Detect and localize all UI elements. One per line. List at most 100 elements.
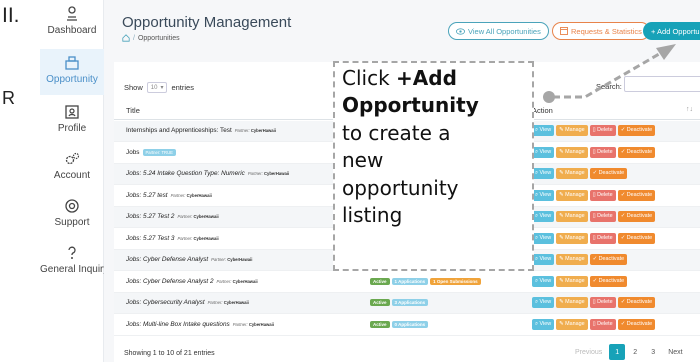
- deactivate-button[interactable]: ✓ Deactivate: [617, 211, 656, 222]
- partner-label: Partner: CyberHawaii: [211, 257, 252, 262]
- manage-label: Manage: [565, 213, 585, 219]
- delete-button[interactable]: ▯ Delete: [589, 211, 616, 222]
- sidebar-item-dashboard[interactable]: Dashboard: [40, 0, 104, 46]
- sidebar-item-profile[interactable]: Profile: [40, 98, 104, 144]
- partner-name: CyberHawaii: [263, 171, 290, 176]
- add-opportunity-button[interactable]: + Add Opportunity: [643, 22, 700, 40]
- delete-button[interactable]: ▯ Delete: [589, 125, 616, 136]
- requests-label: Requests & Statistics: [571, 26, 642, 36]
- deactivate-button[interactable]: ✓ Deactivate: [617, 125, 656, 136]
- manage-label: Manage: [565, 170, 585, 176]
- deactivate-label: Deactivate: [598, 256, 625, 262]
- deactivate-label: Deactivate: [626, 234, 653, 241]
- delete-button[interactable]: ▯ Delete: [589, 189, 616, 201]
- view-button[interactable]: ⌕ View: [532, 297, 555, 308]
- count-badge: 0 Applications: [391, 320, 429, 328]
- delete-label: Delete: [597, 234, 613, 241]
- view-label: View: [539, 213, 552, 219]
- home-icon[interactable]: [122, 34, 130, 42]
- manage-button[interactable]: ✎ Manage: [556, 146, 588, 158]
- deactivate-button[interactable]: ✓ Deactivate: [589, 275, 628, 287]
- sidebar-item-general-inquiry[interactable]: General Inquiry: [40, 239, 108, 285]
- row-title: Jobs: 5.27 Test 2 Partner: CyberHawaii: [126, 213, 219, 220]
- deactivate-button[interactable]: ✓ Deactivate: [589, 168, 628, 179]
- partner-prefix: Partner:: [234, 128, 250, 133]
- previous-page-button[interactable]: Previous: [570, 344, 607, 360]
- deactivate-button[interactable]: ✓ Deactivate: [617, 297, 656, 308]
- manage-button[interactable]: ✎ Manage: [556, 318, 588, 330]
- delete-button[interactable]: ▯ Delete: [589, 146, 616, 158]
- view-button[interactable]: ⌕ View: [532, 232, 555, 244]
- view-button[interactable]: ⌕ View: [532, 254, 555, 265]
- manage-button[interactable]: ✎ Manage: [556, 168, 588, 179]
- manage-button[interactable]: ✎ Manage: [556, 211, 588, 222]
- partner-prefix: Partner:: [170, 192, 186, 198]
- partner-name: CyberHawaii: [250, 128, 276, 133]
- eye-icon: [456, 27, 465, 35]
- deactivate-button[interactable]: ✓ Deactivate: [617, 318, 656, 330]
- row-title-text: Jobs: Multi-line Box Intake questions: [126, 320, 230, 328]
- sidebar-item-support[interactable]: Support: [40, 192, 104, 238]
- partner-label: Partner: CyberHawaii: [177, 214, 218, 219]
- view-button[interactable]: ⌕ View: [532, 211, 555, 222]
- sort-icon[interactable]: ↑↓: [686, 106, 693, 113]
- view-label: View: [539, 148, 552, 155]
- partner-label: Partner: CyberHawaii: [171, 193, 212, 198]
- view-button[interactable]: ⌕ View: [532, 275, 555, 287]
- next-page-button[interactable]: Next: [663, 344, 687, 360]
- view-button[interactable]: ⌕ View: [532, 125, 555, 136]
- page-2-button[interactable]: 2: [627, 344, 643, 360]
- manage-label: Manage: [565, 191, 585, 198]
- view-button[interactable]: ⌕ View: [532, 146, 555, 158]
- view-button[interactable]: ⌕ View: [532, 168, 555, 179]
- deactivate-button[interactable]: ✓ Deactivate: [617, 189, 656, 201]
- row-title: Jobs Partner: TRUE: [126, 148, 176, 156]
- delete-button[interactable]: ▯ Delete: [589, 318, 616, 330]
- sidebar-item-label: Dashboard: [47, 25, 97, 36]
- manage-button[interactable]: ✎ Manage: [556, 297, 588, 308]
- partner-name: CyberHawaii: [186, 192, 212, 198]
- status-badge: Active: [370, 299, 390, 306]
- step-marker: II.: [2, 4, 20, 27]
- status-badge: Active: [370, 320, 390, 328]
- delete-button[interactable]: ▯ Delete: [589, 297, 616, 308]
- add-opportunity-label: + Add Opportunity: [651, 26, 700, 36]
- callout-opportunity-bold: Opportunity: [342, 93, 479, 118]
- deactivate-button[interactable]: ✓ Deactivate: [617, 232, 656, 244]
- page-size-select[interactable]: 10 ▾: [146, 82, 168, 93]
- sidebar-item-opportunity[interactable]: Opportunity: [40, 49, 104, 95]
- page-3-button[interactable]: 3: [645, 344, 661, 360]
- partner-label: Partner: CyberHawaii: [235, 128, 276, 133]
- manage-label: Manage: [565, 277, 585, 284]
- row-title: Jobs: 5.27 test Partner: CyberHawaii: [126, 192, 212, 199]
- delete-label: Delete: [597, 320, 613, 327]
- page-1-button[interactable]: 1: [609, 344, 626, 360]
- view-all-opportunities-button[interactable]: View All Opportunities: [448, 22, 549, 40]
- view-button[interactable]: ⌕ View: [532, 318, 555, 330]
- column-header-title[interactable]: Title: [126, 106, 140, 115]
- manage-button[interactable]: ✎ Manage: [556, 232, 588, 244]
- manage-button[interactable]: ✎ Manage: [556, 275, 588, 287]
- view-button[interactable]: ⌕ View: [532, 189, 555, 201]
- manage-button[interactable]: ✎ Manage: [556, 189, 588, 201]
- manage-label: Manage: [565, 148, 585, 155]
- row-actions: ⌕ View ✎ Manage ▯ Delete ✓ Deactivate: [532, 125, 656, 136]
- support-icon: [65, 199, 79, 213]
- manage-button[interactable]: ✎ Manage: [556, 125, 588, 136]
- manage-button[interactable]: ✎ Manage: [556, 254, 588, 265]
- callout-add-bold: +Add: [396, 66, 457, 90]
- partner-label: Partner: CyberHawaii: [217, 279, 258, 284]
- search-input[interactable]: [624, 76, 700, 92]
- sidebar-item-label: Support: [54, 217, 90, 228]
- breadcrumb-current: Opportunities: [137, 34, 180, 42]
- chevron-down-icon: ▾: [160, 85, 164, 91]
- breadcrumb: / Opportunities: [122, 34, 180, 42]
- deactivate-button[interactable]: ✓ Deactivate: [617, 146, 656, 158]
- delete-button[interactable]: ▯ Delete: [589, 232, 616, 244]
- row-title: Jobs: Cyber Defense Analyst 2 Partner: Cy…: [126, 278, 258, 285]
- requests-statistics-button[interactable]: Requests & Statistics: [552, 22, 650, 40]
- sidebar-item-account[interactable]: Account: [40, 145, 104, 191]
- partner-name: CyberHawaii: [248, 321, 274, 327]
- deactivate-button[interactable]: ✓ Deactivate: [589, 254, 628, 265]
- callout-rest: to create a new opportunity listing: [342, 120, 459, 228]
